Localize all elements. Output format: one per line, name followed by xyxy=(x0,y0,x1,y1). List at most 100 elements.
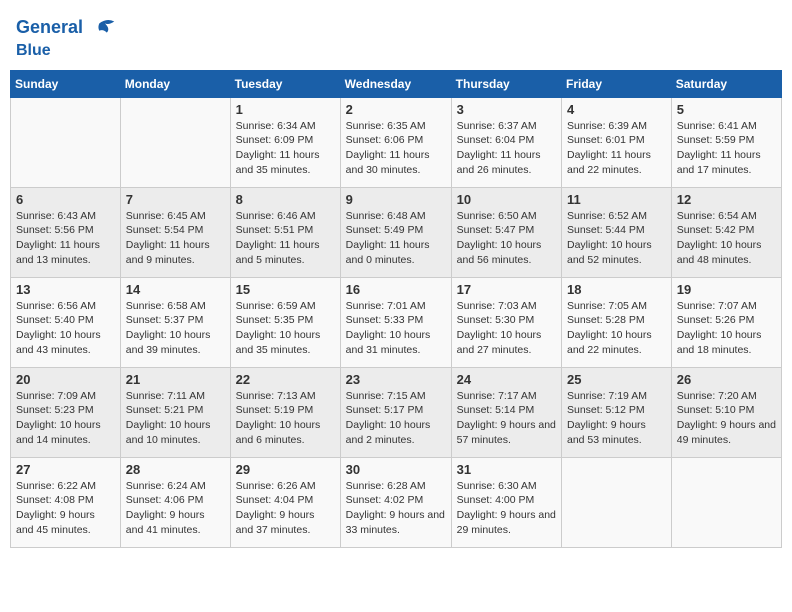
calendar-cell: 7 Sunrise: 6:45 AM Sunset: 5:54 PM Daylig… xyxy=(120,187,230,277)
day-number: 17 xyxy=(457,282,556,297)
day-info: Sunrise: 6:37 AM Sunset: 6:04 PM Dayligh… xyxy=(457,119,556,178)
day-number: 7 xyxy=(126,192,225,207)
day-info: Sunrise: 7:15 AM Sunset: 5:17 PM Dayligh… xyxy=(346,389,446,448)
calendar-cell: 31 Sunrise: 6:30 AM Sunset: 4:00 PM Dayli… xyxy=(451,457,561,547)
day-number: 27 xyxy=(16,462,115,477)
calendar-cell: 21 Sunrise: 7:11 AM Sunset: 5:21 PM Dayli… xyxy=(120,367,230,457)
calendar-cell: 5 Sunrise: 6:41 AM Sunset: 5:59 PM Daylig… xyxy=(671,97,781,187)
calendar-cell: 19 Sunrise: 7:07 AM Sunset: 5:26 PM Dayli… xyxy=(671,277,781,367)
calendar-cell: 16Sunrise: 7:01 AM Sunset: 5:33 PM Dayli… xyxy=(340,277,451,367)
day-number: 2 xyxy=(346,102,446,117)
day-info: Sunrise: 7:07 AM Sunset: 5:26 PM Dayligh… xyxy=(677,299,776,358)
calendar-cell: 10 Sunrise: 6:50 AM Sunset: 5:47 PM Dayli… xyxy=(451,187,561,277)
calendar-cell: 12 Sunrise: 6:54 AM Sunset: 5:42 PM Dayli… xyxy=(671,187,781,277)
day-number: 23 xyxy=(346,372,446,387)
day-info: Sunrise: 6:28 AM Sunset: 4:02 PM Dayligh… xyxy=(346,479,446,538)
day-number: 16 xyxy=(346,282,446,297)
day-header-thursday: Thursday xyxy=(451,70,561,97)
calendar-cell xyxy=(120,97,230,187)
calendar-cell: 6 Sunrise: 6:43 AM Sunset: 5:56 PM Daylig… xyxy=(11,187,121,277)
day-number: 24 xyxy=(457,372,556,387)
day-number: 18 xyxy=(567,282,666,297)
day-info: Sunrise: 6:34 AM Sunset: 6:09 PM Dayligh… xyxy=(236,119,335,178)
day-number: 20 xyxy=(16,372,115,387)
day-number: 30 xyxy=(346,462,446,477)
day-info: Sunrise: 6:58 AM Sunset: 5:37 PM Dayligh… xyxy=(126,299,225,358)
page-header: General Blue xyxy=(10,10,782,64)
day-header-tuesday: Tuesday xyxy=(230,70,340,97)
calendar-cell: 30 Sunrise: 6:28 AM Sunset: 4:02 PM Dayli… xyxy=(340,457,451,547)
day-info: Sunrise: 7:13 AM Sunset: 5:19 PM Dayligh… xyxy=(236,389,335,448)
calendar-cell: 26Sunrise: 7:20 AM Sunset: 5:10 PM Dayli… xyxy=(671,367,781,457)
calendar-cell: 20 Sunrise: 7:09 AM Sunset: 5:23 PM Dayli… xyxy=(11,367,121,457)
calendar-cell: 25 Sunrise: 7:19 AM Sunset: 5:12 PM Dayli… xyxy=(562,367,672,457)
calendar-week-2: 6 Sunrise: 6:43 AM Sunset: 5:56 PM Daylig… xyxy=(11,187,782,277)
day-number: 5 xyxy=(677,102,776,117)
calendar-cell: 29 Sunrise: 6:26 AM Sunset: 4:04 PM Dayli… xyxy=(230,457,340,547)
calendar-cell: 4 Sunrise: 6:39 AM Sunset: 6:01 PM Daylig… xyxy=(562,97,672,187)
day-number: 1 xyxy=(236,102,335,117)
calendar-cell: 18 Sunrise: 7:05 AM Sunset: 5:28 PM Dayli… xyxy=(562,277,672,367)
calendar-cell: 13 Sunrise: 6:56 AM Sunset: 5:40 PM Dayli… xyxy=(11,277,121,367)
day-number: 31 xyxy=(457,462,556,477)
calendar-table: SundayMondayTuesdayWednesdayThursdayFrid… xyxy=(10,70,782,548)
day-number: 12 xyxy=(677,192,776,207)
day-info: Sunrise: 6:50 AM Sunset: 5:47 PM Dayligh… xyxy=(457,209,556,268)
calendar-cell: 23 Sunrise: 7:15 AM Sunset: 5:17 PM Dayli… xyxy=(340,367,451,457)
calendar-cell xyxy=(671,457,781,547)
logo-line2: Blue xyxy=(16,42,118,60)
calendar-cell: 3 Sunrise: 6:37 AM Sunset: 6:04 PM Daylig… xyxy=(451,97,561,187)
day-number: 26 xyxy=(677,372,776,387)
day-info: Sunrise: 7:05 AM Sunset: 5:28 PM Dayligh… xyxy=(567,299,666,358)
day-number: 22 xyxy=(236,372,335,387)
day-info: Sunrise: 6:22 AM Sunset: 4:08 PM Dayligh… xyxy=(16,479,115,538)
day-number: 6 xyxy=(16,192,115,207)
calendar-header-row: SundayMondayTuesdayWednesdayThursdayFrid… xyxy=(11,70,782,97)
day-header-wednesday: Wednesday xyxy=(340,70,451,97)
day-info: Sunrise: 6:43 AM Sunset: 5:56 PM Dayligh… xyxy=(16,209,115,268)
day-info: Sunrise: 6:54 AM Sunset: 5:42 PM Dayligh… xyxy=(677,209,776,268)
day-info: Sunrise: 6:46 AM Sunset: 5:51 PM Dayligh… xyxy=(236,209,335,268)
day-info: Sunrise: 6:52 AM Sunset: 5:44 PM Dayligh… xyxy=(567,209,666,268)
logo: General Blue xyxy=(16,14,118,60)
day-info: Sunrise: 6:24 AM Sunset: 4:06 PM Dayligh… xyxy=(126,479,225,538)
day-number: 13 xyxy=(16,282,115,297)
calendar-cell: 15 Sunrise: 6:59 AM Sunset: 5:35 PM Dayli… xyxy=(230,277,340,367)
day-number: 15 xyxy=(236,282,335,297)
day-info: Sunrise: 7:19 AM Sunset: 5:12 PM Dayligh… xyxy=(567,389,666,448)
day-number: 8 xyxy=(236,192,335,207)
day-number: 11 xyxy=(567,192,666,207)
day-info: Sunrise: 6:45 AM Sunset: 5:54 PM Dayligh… xyxy=(126,209,225,268)
calendar-cell: 8 Sunrise: 6:46 AM Sunset: 5:51 PM Daylig… xyxy=(230,187,340,277)
calendar-week-5: 27 Sunrise: 6:22 AM Sunset: 4:08 PM Dayli… xyxy=(11,457,782,547)
day-number: 3 xyxy=(457,102,556,117)
calendar-cell xyxy=(11,97,121,187)
day-number: 21 xyxy=(126,372,225,387)
day-info: Sunrise: 7:03 AM Sunset: 5:30 PM Dayligh… xyxy=(457,299,556,358)
day-info: Sunrise: 7:11 AM Sunset: 5:21 PM Dayligh… xyxy=(126,389,225,448)
calendar-cell: 28 Sunrise: 6:24 AM Sunset: 4:06 PM Dayli… xyxy=(120,457,230,547)
day-number: 19 xyxy=(677,282,776,297)
day-number: 9 xyxy=(346,192,446,207)
day-info: Sunrise: 6:26 AM Sunset: 4:04 PM Dayligh… xyxy=(236,479,335,538)
logo-bird-icon xyxy=(90,14,118,42)
day-info: Sunrise: 6:39 AM Sunset: 6:01 PM Dayligh… xyxy=(567,119,666,178)
day-info: Sunrise: 6:48 AM Sunset: 5:49 PM Dayligh… xyxy=(346,209,446,268)
calendar-cell: 2Sunrise: 6:35 AM Sunset: 6:06 PM Daylig… xyxy=(340,97,451,187)
day-number: 4 xyxy=(567,102,666,117)
day-header-saturday: Saturday xyxy=(671,70,781,97)
calendar-week-4: 20 Sunrise: 7:09 AM Sunset: 5:23 PM Dayli… xyxy=(11,367,782,457)
day-number: 10 xyxy=(457,192,556,207)
day-number: 28 xyxy=(126,462,225,477)
calendar-cell: 22 Sunrise: 7:13 AM Sunset: 5:19 PM Dayli… xyxy=(230,367,340,457)
day-info: Sunrise: 6:41 AM Sunset: 5:59 PM Dayligh… xyxy=(677,119,776,178)
day-info: Sunrise: 6:56 AM Sunset: 5:40 PM Dayligh… xyxy=(16,299,115,358)
calendar-cell xyxy=(562,457,672,547)
day-info: Sunrise: 6:59 AM Sunset: 5:35 PM Dayligh… xyxy=(236,299,335,358)
day-info: Sunrise: 7:09 AM Sunset: 5:23 PM Dayligh… xyxy=(16,389,115,448)
calendar-week-3: 13 Sunrise: 6:56 AM Sunset: 5:40 PM Dayli… xyxy=(11,277,782,367)
day-info: Sunrise: 6:30 AM Sunset: 4:00 PM Dayligh… xyxy=(457,479,556,538)
day-header-sunday: Sunday xyxy=(11,70,121,97)
day-number: 29 xyxy=(236,462,335,477)
day-number: 25 xyxy=(567,372,666,387)
